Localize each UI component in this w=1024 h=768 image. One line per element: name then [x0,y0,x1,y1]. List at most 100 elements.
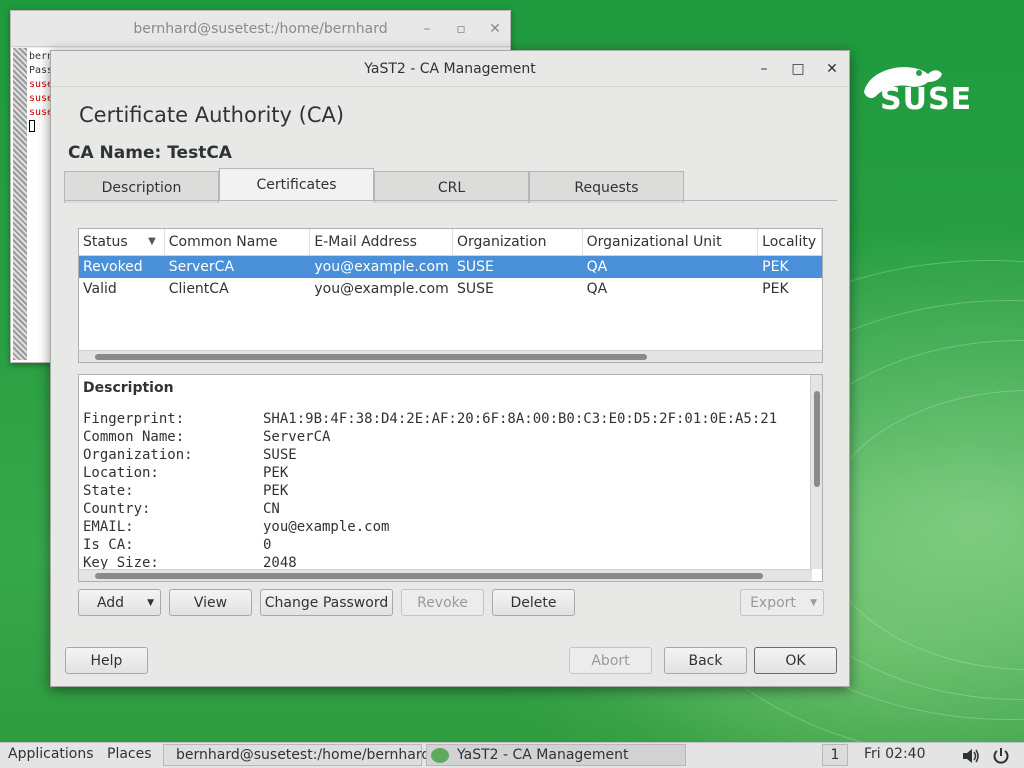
tab-bar: Description Certificates CRL Requests [64,168,684,203]
ca-name-label: CA Name: TestCA [68,143,232,163]
cell-organization: SUSE [456,281,494,297]
yast-icon [431,747,449,763]
add-button[interactable]: Add ▼ [78,589,161,616]
maximize-icon[interactable]: ▫ [454,21,468,37]
sort-down-icon[interactable]: ▼ [148,236,156,247]
field-key: State: [83,483,134,499]
help-button[interactable]: Help [65,647,148,674]
cell-unit: QA [586,259,608,275]
taskbar-task-yast[interactable]: YaST2 - CA Management [426,744,686,766]
field-value: PEK [263,483,289,499]
field-country: Country: CN [83,501,280,517]
table-row[interactable]: Valid ClientCA you@example.com SUSE QA P… [79,278,822,300]
places-menu[interactable]: Places [107,746,152,762]
cell-locality: PEK [762,281,789,297]
cell-email: you@example.com [314,259,449,275]
column-header-email[interactable]: E-Mail Address [310,229,453,255]
terminal-cursor [29,120,35,132]
workspace-indicator[interactable]: 1 [822,744,848,766]
tab-requests[interactable]: Requests [529,171,684,203]
ok-button[interactable]: OK [754,647,837,674]
view-button[interactable]: View [169,589,252,616]
tab-certificates[interactable]: Certificates [219,168,374,201]
window-titlebar[interactable]: YaST2 - CA Management – □ ✕ [51,51,849,87]
field-value: you@example.com [263,519,390,535]
field-email: EMAIL: you@example.com [83,519,389,535]
field-value: PEK [263,465,289,481]
column-header-label: Status [83,234,128,250]
certificates-table[interactable]: Status ▼ Common Name E-Mail Address Orga… [78,228,823,363]
field-is-ca: Is CA: 0 [83,537,271,553]
applications-menu[interactable]: Applications [8,746,94,762]
field-value: ServerCA [263,429,331,445]
task-label: YaST2 - CA Management [457,747,629,763]
column-header-status[interactable]: Status ▼ [79,229,165,255]
column-header-organization[interactable]: Organization [453,229,583,255]
table-row[interactable]: Revoked ServerCA you@example.com SUSE QA… [79,256,822,278]
cell-locality: PEK [762,259,789,275]
description-title: Description [83,380,174,396]
tab-description[interactable]: Description [64,171,219,203]
scrollbar-thumb[interactable] [95,573,763,579]
description-horizontal-scrollbar[interactable] [79,569,812,581]
revoke-button[interactable]: Revoke [401,589,484,616]
minimize-icon[interactable]: – [420,21,434,37]
abort-button[interactable]: Abort [569,647,652,674]
field-key: Fingerprint: [83,411,185,427]
back-button[interactable]: Back [664,647,747,674]
field-value: SUSE [263,447,297,463]
terminal-titlebar[interactable]: bernhard@susetest:/home/bernhard – ▫ ✕ [11,11,510,47]
field-state: State: PEK [83,483,288,499]
column-header-unit[interactable]: Organizational Unit [583,229,759,255]
taskbar: Applications Places bernhard@susetest:/h… [0,742,1024,768]
description-pane[interactable]: Description Fingerprint: SHA1:9B:4F:38:D4… [78,374,823,582]
scrollbar-thumb[interactable] [814,391,820,487]
maximize-icon[interactable]: □ [791,61,805,77]
field-location: Location: PEK [83,465,288,481]
window-title: YaST2 - CA Management [364,60,536,77]
cell-common-name: ServerCA [168,259,235,275]
taskbar-task-terminal[interactable]: bernhard@susetest:/home/bernhard [163,744,430,766]
export-button-label: Export [750,594,796,611]
field-common-name: Common Name: ServerCA [83,429,330,445]
field-key: Is CA: [83,537,134,553]
change-password-button[interactable]: Change Password [260,589,393,616]
power-icon[interactable] [992,747,1010,765]
tab-crl[interactable]: CRL [374,171,529,203]
field-key: Common Name: [83,429,185,445]
field-key: Organization: [83,447,193,463]
column-header-common-name[interactable]: Common Name [165,229,311,255]
column-header-locality[interactable]: Locality [758,229,822,255]
field-key: Country: [83,501,151,517]
chevron-down-icon: ▼ [147,598,154,608]
close-icon[interactable]: ✕ [488,21,502,37]
cell-email: you@example.com [314,281,449,297]
close-icon[interactable]: ✕ [825,61,839,77]
field-key: EMAIL: [83,519,134,535]
cell-organization: SUSE [456,259,494,275]
page-title: Certificate Authority (CA) [79,103,345,127]
task-label: bernhard@susetest:/home/bernhard [176,747,431,763]
field-fingerprint: Fingerprint: SHA1:9B:4F:38:D4:2E:AF:20:6F… [83,411,777,427]
minimize-icon[interactable]: – [757,61,771,77]
yast-ca-window[interactable]: YaST2 - CA Management – □ ✕ Certificate … [50,50,850,687]
clock[interactable]: Fri 02:40 [864,746,925,762]
scrollbar-thumb[interactable] [95,354,647,360]
field-value: 0 [263,537,272,553]
field-value: SHA1:9B:4F:38:D4:2E:AF:20:6F:8A:00:B0:C3… [263,411,778,427]
terminal-scrollbar[interactable] [13,48,27,360]
chevron-down-icon: ▼ [810,598,817,608]
field-key: Location: [83,465,159,481]
cell-status: Valid [83,281,117,297]
table-header: Status ▼ Common Name E-Mail Address Orga… [79,229,822,256]
description-vertical-scrollbar[interactable] [810,375,822,569]
table-horizontal-scrollbar[interactable] [79,350,822,362]
field-organization: Organization: SUSE [83,447,297,463]
delete-button[interactable]: Delete [492,589,575,616]
field-value: CN [263,501,280,517]
export-button[interactable]: Export ▼ [740,589,824,616]
add-button-label: Add [96,594,125,611]
volume-icon[interactable] [962,748,980,764]
terminal-title: bernhard@susetest:/home/bernhard [133,20,388,37]
cell-unit: QA [586,281,608,297]
